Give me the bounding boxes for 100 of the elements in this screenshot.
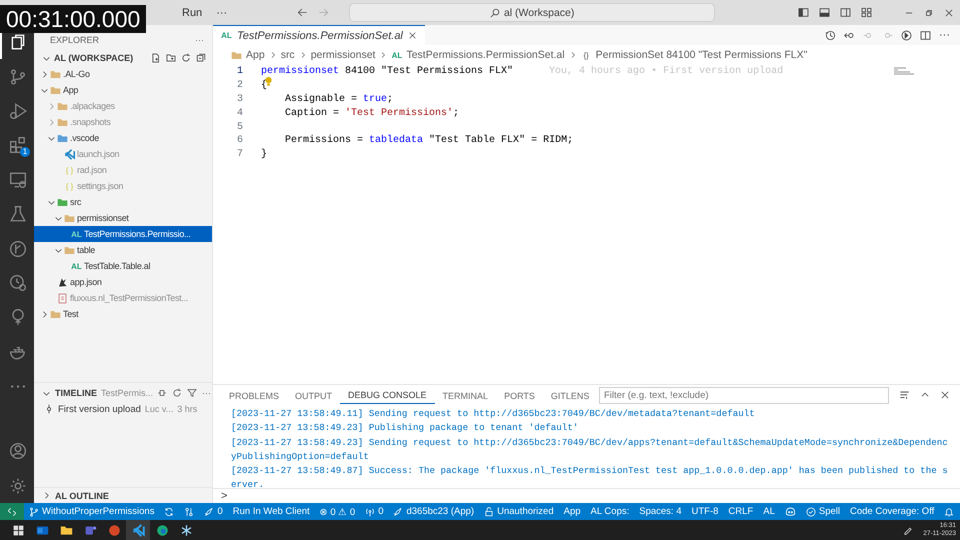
tree-item[interactable]: App — [34, 82, 212, 98]
tree-item[interactable]: .vscode — [34, 130, 212, 146]
editor-tab[interactable]: AL TestPermissions.PermissionSet.al — [213, 25, 425, 45]
status-item[interactable]: Spell — [800, 506, 845, 517]
breadcrumb[interactable]: App — [246, 49, 265, 61]
status-item[interactable]: App — [558, 506, 586, 517]
tree-item[interactable]: AL TestTable.Table.al — [34, 258, 212, 274]
folder-icon — [64, 212, 75, 224]
breadcrumb[interactable]: TestPermissions.PermissionSet.al — [406, 49, 565, 61]
status-item[interactable]: Run In Web Client — [228, 506, 315, 517]
lightbulb-icon — [263, 76, 274, 88]
tree-item[interactable]: src — [34, 194, 212, 210]
line-number: 5 — [236, 122, 243, 133]
close-icon — [408, 31, 417, 40]
tree-item[interactable]: table — [34, 242, 212, 258]
console-message: [2023-11-27 13:58:49.23] Sending request to http://d365bc23:7049/BC/dev/apps?tenant=default&SchemaUpdateMode=synchronize&DependencyPublishingOption=default — [231, 436, 949, 464]
status-item[interactable]: WithoutProperPermissions — [24, 506, 160, 517]
new-file-icon — [151, 53, 161, 63]
run-icon — [901, 30, 912, 40]
folder-icon — [57, 116, 68, 128]
status-item[interactable]: AL — [758, 506, 780, 517]
status-item[interactable]: d365bc23 (App) — [388, 506, 480, 517]
toggle-panel-icon — [819, 7, 830, 18]
code-editor-app-icon — [132, 524, 144, 536]
status-item[interactable]: AL Cops: — [586, 506, 634, 517]
more-actions[interactable]: ··· — [939, 29, 950, 41]
panel-tab[interactable]: PROBLEMS — [221, 386, 288, 404]
tree-item[interactable]: AL TestPermissions.Permissio... — [34, 226, 212, 242]
commit-graph-icon — [184, 506, 194, 516]
toggle-sidebar-icon — [798, 7, 809, 18]
slides-app-icon — [108, 524, 120, 536]
file-type-glyph: AL — [71, 230, 82, 238]
file-type-glyph: { } — [64, 166, 74, 174]
history-icon — [9, 274, 27, 292]
panel-tab[interactable]: PORTS — [496, 386, 543, 404]
pen-icon — [903, 525, 914, 535]
git-graph-icon — [9, 240, 27, 258]
code-line: Assignable = true; — [284, 94, 394, 105]
toggle-secondary-sidebar-icon — [840, 7, 851, 18]
browser-app-icon — [156, 524, 168, 536]
breadcrumb[interactable]: src — [280, 49, 295, 61]
tree-item[interactable]: Test — [34, 306, 212, 322]
more-icon[interactable] — [11, 384, 25, 388]
status-item[interactable]: Code Coverage: Off — [844, 506, 940, 517]
panel-tab[interactable]: DEBUG CONSOLE — [340, 386, 435, 404]
tree-item[interactable]: permissionset — [34, 210, 212, 226]
more-actions[interactable]: ··· — [195, 35, 204, 45]
panel-tab[interactable]: OUTPUT — [287, 386, 340, 404]
filter-field[interactable]: Filter (e.g. text, !exclude) — [599, 386, 889, 404]
tree-item[interactable]: app.json — [34, 274, 212, 290]
back-arrow-icon — [297, 7, 308, 18]
breadcrumb[interactable]: permissionset — [310, 49, 376, 61]
code-line: { — [261, 80, 268, 92]
folder-icon — [50, 84, 61, 96]
console-message: [2023-11-27 13:58:49.23] Publishing package to tenant 'default' — [231, 421, 580, 436]
panel-tab[interactable]: GITLENS — [542, 386, 598, 404]
account-icon — [9, 442, 27, 460]
line-number: 6 — [236, 135, 243, 146]
status-item[interactable]: 0 — [199, 506, 228, 517]
status-item[interactable]: ⊗ 0 ⚠ 0 — [314, 506, 360, 518]
status-item[interactable]: Spaces: 4 — [634, 506, 686, 517]
status-item[interactable]: CRLF — [723, 506, 758, 517]
copilot-icon — [784, 506, 796, 517]
pin-icon — [157, 388, 168, 398]
notification-badge: 1 — [20, 146, 30, 157]
source-control-icon — [9, 68, 27, 86]
filter-icon — [187, 388, 198, 398]
menu-item[interactable]: Run — [178, 6, 206, 18]
extensions-icon — [9, 136, 27, 154]
status-item[interactable]: Unauthorized — [479, 506, 559, 517]
timeline-item[interactable]: First version upload Luc v... 3 hrs — [34, 401, 206, 417]
line-number: 3 — [236, 94, 243, 105]
tree-item[interactable]: .AL-Go — [34, 66, 212, 82]
layout-icon — [861, 7, 872, 18]
workspace-header[interactable]: AL (WORKSPACE) — [34, 50, 212, 66]
folder-icon — [50, 308, 61, 320]
code-line: Permissions = tabledata "Test Table FLX" = RIDM; — [284, 135, 574, 146]
timeline-file: TestPermis... — [101, 388, 154, 398]
video-timestamp: 00:31:00.000 — [0, 5, 146, 33]
console-prompt[interactable]: > — [221, 490, 228, 502]
status-item[interactable]: UTF-8 — [686, 506, 724, 517]
status-item[interactable]: 0 — [360, 506, 388, 517]
breadcrumb[interactable]: PermissionSet 84100 "Test Permissions FLX" — [596, 49, 808, 61]
timeline-icon — [825, 30, 836, 40]
vscode-icon — [64, 148, 75, 160]
restore-icon — [924, 8, 934, 18]
symbol-glyph: AL — [391, 50, 402, 60]
menu-item[interactable]: ··· — [212, 6, 232, 18]
sidebar-title: EXPLORER — [50, 35, 100, 45]
files-icon — [9, 33, 27, 52]
refresh-icon — [172, 388, 182, 398]
line-number: 7 — [236, 149, 243, 160]
code-line: permissionset 84100 "Test Permissions FLX" — [261, 66, 514, 78]
command-center-search[interactable]: al (Workspace) — [349, 3, 716, 22]
line-number: 4 — [236, 108, 243, 119]
panel-tab[interactable]: TERMINAL — [434, 386, 496, 404]
more-actions[interactable]: ··· — [202, 388, 212, 398]
branch-icon — [29, 506, 39, 516]
symbol-glyph: {} — [582, 50, 590, 60]
timeline-title[interactable]: TIMELINE — [55, 388, 97, 398]
